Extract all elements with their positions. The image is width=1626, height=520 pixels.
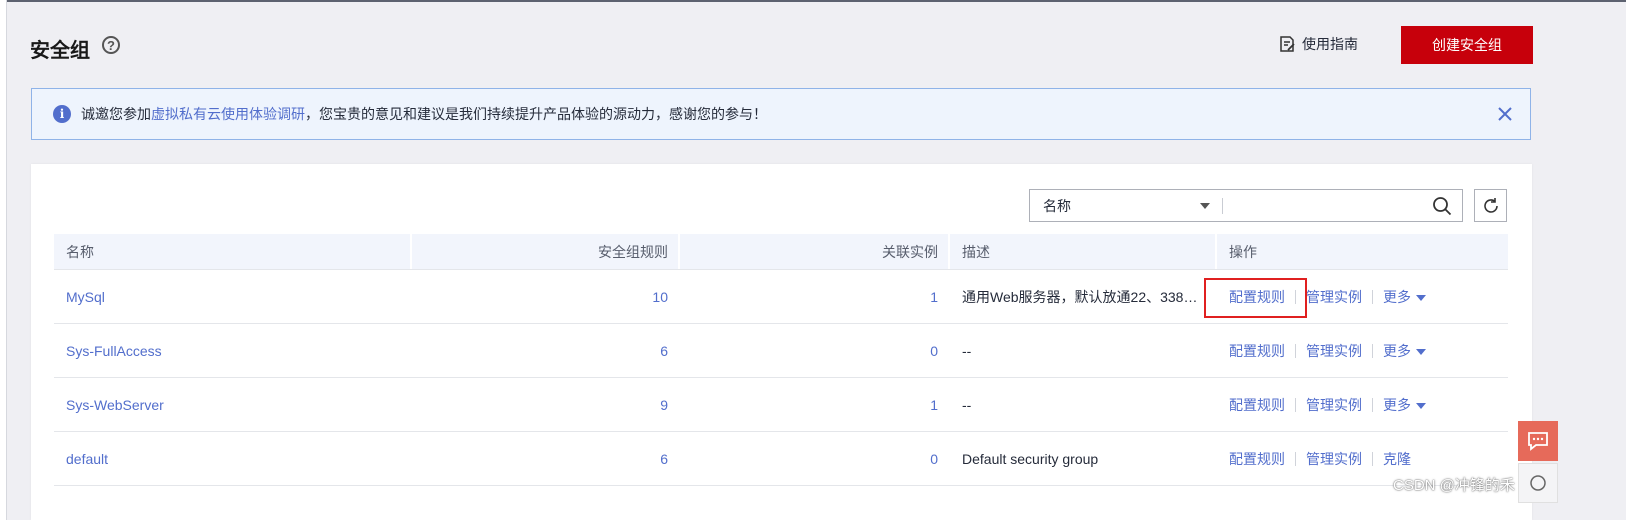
search-input[interactable] xyxy=(1223,190,1422,221)
survey-link[interactable]: 虚拟私有云使用体验调研 xyxy=(151,104,305,124)
table-header: 名称 安全组规则 关联实例 描述 操作 xyxy=(54,234,1508,270)
close-icon[interactable] xyxy=(1496,105,1514,123)
notice-suffix: ，您宝贵的意见和建议是我们持续提升产品体验的源动力，感谢您的参与！ xyxy=(305,106,767,122)
manage-instances-link[interactable]: 管理实例 xyxy=(1306,395,1362,415)
manage-instances-link[interactable]: 管理实例 xyxy=(1306,449,1362,469)
table-row: MySql 10 1 通用Web服务器，默认放通22、3389、80、443端口… xyxy=(54,269,1508,324)
op-divider xyxy=(1295,289,1296,304)
feedback-button[interactable] xyxy=(1518,421,1558,461)
col-name[interactable]: 名称 xyxy=(54,234,412,270)
instances-count-link[interactable]: 0 xyxy=(930,451,938,467)
op-divider xyxy=(1295,397,1296,412)
op-divider xyxy=(1372,397,1373,412)
edit-document-icon xyxy=(1280,36,1295,52)
instances-count-link[interactable]: 1 xyxy=(930,289,938,305)
group-name-link[interactable]: MySql xyxy=(66,289,105,305)
chat-icon xyxy=(1528,432,1548,451)
more-dropdown[interactable]: 更多 xyxy=(1383,287,1426,307)
watermark: CSDN @冲锋的禾 xyxy=(1393,477,1515,494)
instances-count-link[interactable]: 0 xyxy=(930,343,938,359)
more-label: 更多 xyxy=(1383,288,1411,305)
configure-rules-link[interactable]: 配置规则 xyxy=(1229,341,1285,361)
manage-instances-link[interactable]: 管理实例 xyxy=(1306,341,1362,361)
question-circle-icon xyxy=(1530,475,1546,491)
more-dropdown[interactable]: 更多 xyxy=(1383,341,1426,361)
refresh-button[interactable] xyxy=(1474,189,1507,222)
more-label: 更多 xyxy=(1383,396,1411,413)
group-name-link[interactable]: default xyxy=(66,451,108,467)
rules-count-link[interactable]: 6 xyxy=(660,451,668,467)
col-description: 描述 xyxy=(950,234,1217,270)
chevron-down-icon xyxy=(1200,202,1210,209)
filter-field-value: 名称 xyxy=(1043,197,1071,214)
rules-count-link[interactable]: 6 xyxy=(660,343,668,359)
description-cell: -- xyxy=(950,323,1217,378)
top-border xyxy=(0,0,1626,2)
manage-instances-link[interactable]: 管理实例 xyxy=(1306,287,1362,307)
op-divider xyxy=(1372,289,1373,304)
question-circle-icon[interactable]: ? xyxy=(102,36,120,54)
rules-count-link[interactable]: 9 xyxy=(660,397,668,413)
configure-rules-link[interactable]: 配置规则 xyxy=(1229,287,1285,307)
group-name-link[interactable]: Sys-WebServer xyxy=(66,397,164,413)
op-divider xyxy=(1372,343,1373,358)
table-row: Sys-WebServer 9 1 -- 配置规则 管理实例 更多 xyxy=(54,377,1508,432)
op-divider xyxy=(1295,451,1296,466)
chevron-down-icon xyxy=(1416,402,1426,409)
description-cell: 通用Web服务器，默认放通22、3389、80、443端口和ICMP协议 xyxy=(950,269,1217,324)
table-row: Sys-FullAccess 6 0 -- 配置规则 管理实例 更多 xyxy=(54,323,1508,378)
chevron-down-icon xyxy=(1416,294,1426,301)
more-label: 更多 xyxy=(1383,342,1411,359)
side-tool-button[interactable] xyxy=(1518,463,1558,503)
guide-label: 使用指南 xyxy=(1302,36,1358,52)
security-group-table: 名称 安全组规则 关联实例 描述 操作 MySql 10 1 通用Web服务器，… xyxy=(54,234,1508,486)
table-row: default 6 0 Default security group 配置规则 … xyxy=(54,431,1508,486)
rules-count-link[interactable]: 10 xyxy=(652,289,668,305)
refresh-icon xyxy=(1483,197,1498,213)
search-icon[interactable] xyxy=(1422,190,1462,221)
more-dropdown[interactable]: 更多 xyxy=(1383,395,1426,415)
page-title: 安全组 xyxy=(30,40,90,62)
col-rules[interactable]: 安全组规则 xyxy=(412,234,680,270)
notice-prefix: 诚邀您参加 xyxy=(81,106,151,122)
configure-rules-link[interactable]: 配置规则 xyxy=(1229,449,1285,469)
col-instances[interactable]: 关联实例 xyxy=(680,234,950,270)
description-cell: Default security group xyxy=(950,431,1217,486)
survey-notice: i 诚邀您参加 虚拟私有云使用体验调研 ，您宝贵的意见和建议是我们持续提升产品体验的… xyxy=(31,88,1531,140)
left-border xyxy=(0,0,7,520)
op-divider xyxy=(1372,451,1373,466)
clone-link[interactable]: 克隆 xyxy=(1383,449,1411,469)
group-name-link[interactable]: Sys-FullAccess xyxy=(66,343,162,359)
search-filter: 名称 xyxy=(1029,189,1463,222)
chevron-down-icon xyxy=(1416,348,1426,355)
guide-link[interactable]: 使用指南 xyxy=(1278,34,1358,54)
description-cell: -- xyxy=(950,377,1217,432)
op-divider xyxy=(1295,343,1296,358)
create-security-group-button[interactable]: 创建安全组 xyxy=(1401,26,1533,64)
filter-field-select[interactable]: 名称 xyxy=(1030,190,1222,221)
instances-count-link[interactable]: 1 xyxy=(930,397,938,413)
info-icon: i xyxy=(53,105,71,123)
col-actions: 操作 xyxy=(1217,234,1508,270)
configure-rules-link[interactable]: 配置规则 xyxy=(1229,395,1285,415)
security-group-list-card: 名称 名称 安全组规则 关联实例 描述 操作 MySql 10 1 通用Web服… xyxy=(31,164,1532,520)
